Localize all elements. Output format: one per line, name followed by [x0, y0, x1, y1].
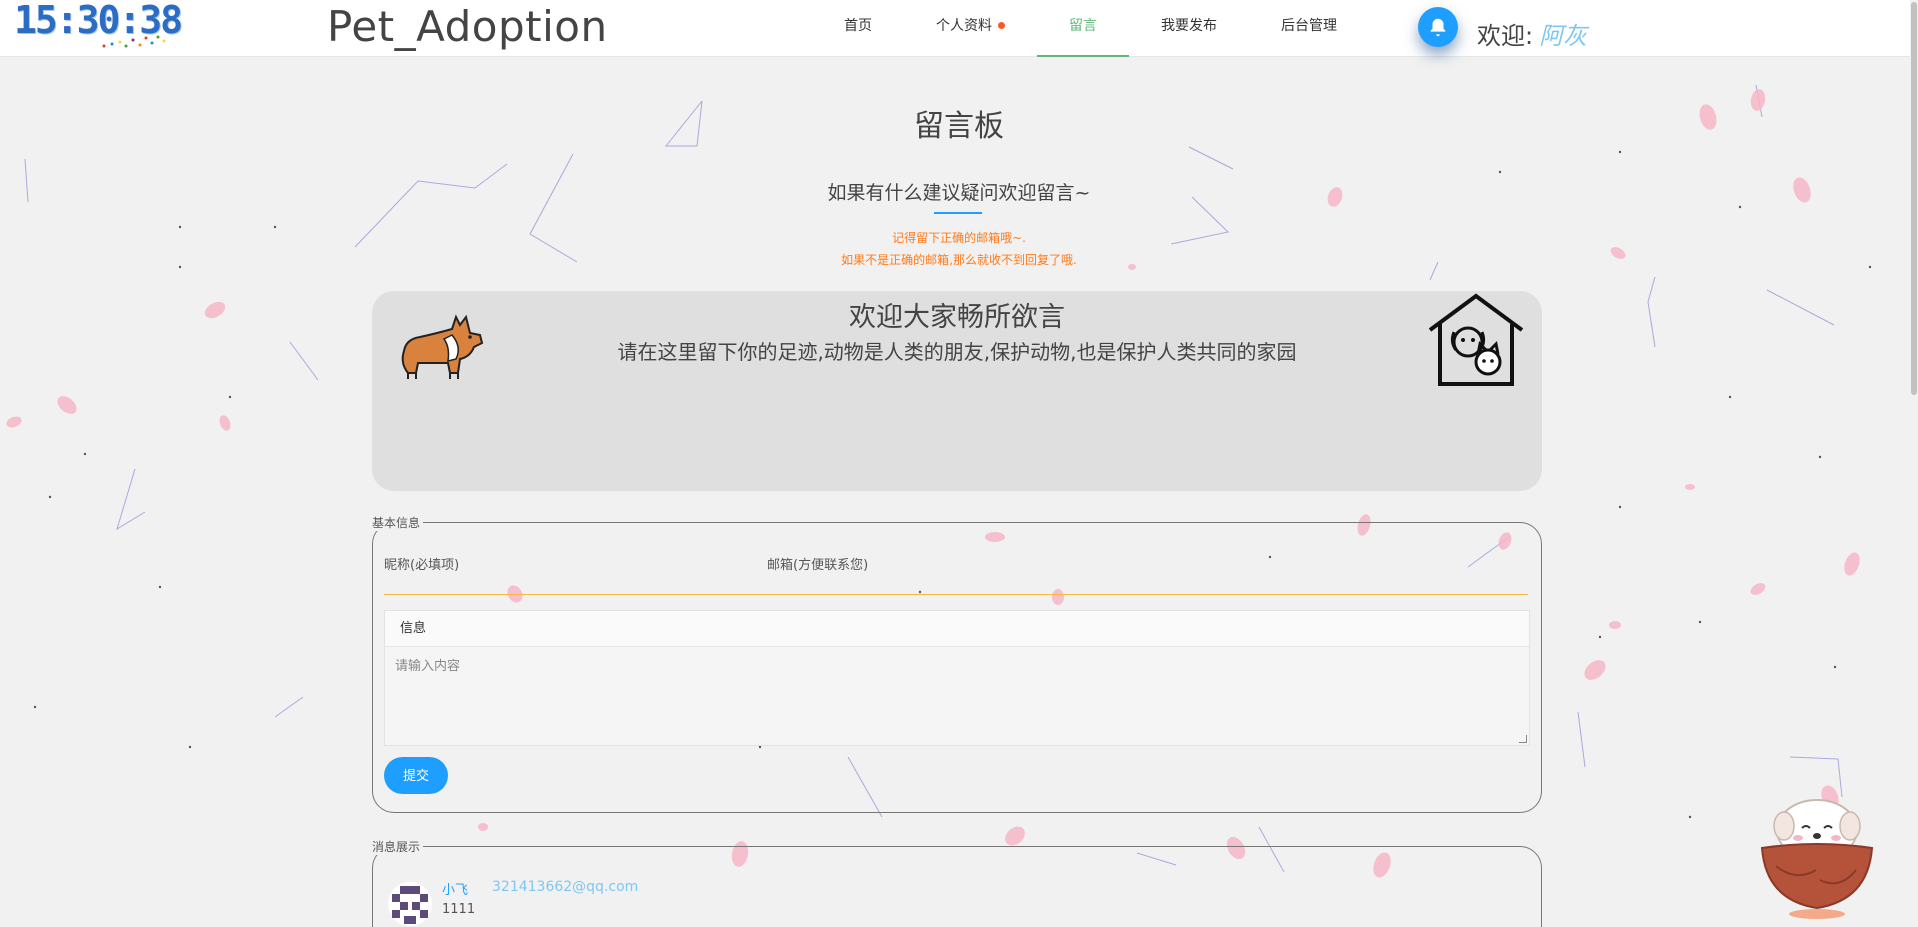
nav-admin[interactable]: 后台管理 — [1249, 0, 1369, 57]
top-navbar: 15:30:38 Pet_Adoption 首页 个人资料 留言 我要发布 后台… — [0, 0, 1918, 57]
welcome-text: 欢迎: 阿灰 — [1477, 16, 1587, 51]
banner-title: 欢迎大家畅所欲言 — [849, 302, 1065, 333]
main-nav: 首页 个人资料 留言 我要发布 后台管理 — [812, 0, 1369, 57]
username[interactable]: 阿灰 — [1539, 22, 1587, 50]
welcome-banner: 欢迎大家畅所欲言 请在这里留下你的足迹,动物是人类的朋友,保护动物,也是保护人类… — [372, 291, 1542, 491]
message-content: 1111 — [442, 902, 476, 917]
nav-home[interactable]: 首页 — [812, 0, 904, 57]
nav-profile-label: 个人资料 — [936, 18, 992, 34]
message-textarea[interactable] — [385, 647, 1529, 745]
email-label: 邮箱(方便联系您) — [767, 558, 869, 573]
page-scrollbar[interactable] — [1910, 0, 1918, 927]
bell-icon[interactable] — [1418, 7, 1458, 47]
nav-message-label: 留言 — [1069, 18, 1097, 34]
nav-publish-label: 我要发布 — [1161, 18, 1217, 34]
avatar — [388, 882, 432, 926]
message-display: 消息展示 小飞 321413662@qq.com 1111 — [372, 838, 1542, 927]
nav-admin-label: 后台管理 — [1281, 18, 1337, 34]
welcome-label: 欢迎: — [1477, 22, 1534, 50]
banner-text: 请在这里留下你的足迹,动物是人类的朋友,保护动物,也是保护人类共同的家园 — [617, 340, 1297, 364]
nav-message[interactable]: 留言 — [1037, 0, 1129, 57]
nav-home-label: 首页 — [844, 18, 872, 34]
message-nickname: 小飞 — [442, 883, 469, 898]
site-title: Pet_Adoption — [327, 2, 608, 51]
message-box: 信息 — [384, 610, 1530, 746]
nav-publish[interactable]: 我要发布 — [1129, 0, 1249, 57]
nickname-email-input[interactable] — [384, 594, 1528, 595]
scrollbar-thumb[interactable] — [1911, 2, 1917, 395]
dog-bowl-mascot-icon — [1760, 799, 1874, 919]
subtitle-underline — [934, 212, 982, 214]
submit-button[interactable]: 提交 — [384, 757, 448, 794]
clock-particles — [102, 35, 166, 48]
basic-info-form: 基本信息 昵称(必填项) 邮箱(方便联系您) 信息 提交 — [372, 514, 1542, 813]
message-header: 信息 — [385, 611, 1529, 647]
nav-profile[interactable]: 个人资料 — [904, 0, 1037, 57]
nickname-label: 昵称(必填项) — [384, 558, 460, 573]
messages-legend: 消息展示 — [372, 838, 424, 855]
resize-handle-icon[interactable] — [1519, 735, 1527, 743]
email-tip-2: 如果不是正确的邮箱,那么就收不到回复了哦. — [841, 253, 1077, 267]
message-email[interactable]: 321413662@qq.com — [492, 879, 638, 895]
page-title: 留言板 — [914, 109, 1004, 144]
form-legend: 基本信息 — [372, 514, 424, 531]
notification-dot — [998, 22, 1005, 29]
pet-house-icon — [1428, 293, 1524, 386]
page-subtitle: 如果有什么建议疑问欢迎留言~ — [827, 182, 1091, 204]
email-tip-1: 记得留下正确的邮箱哦~. — [892, 231, 1026, 245]
